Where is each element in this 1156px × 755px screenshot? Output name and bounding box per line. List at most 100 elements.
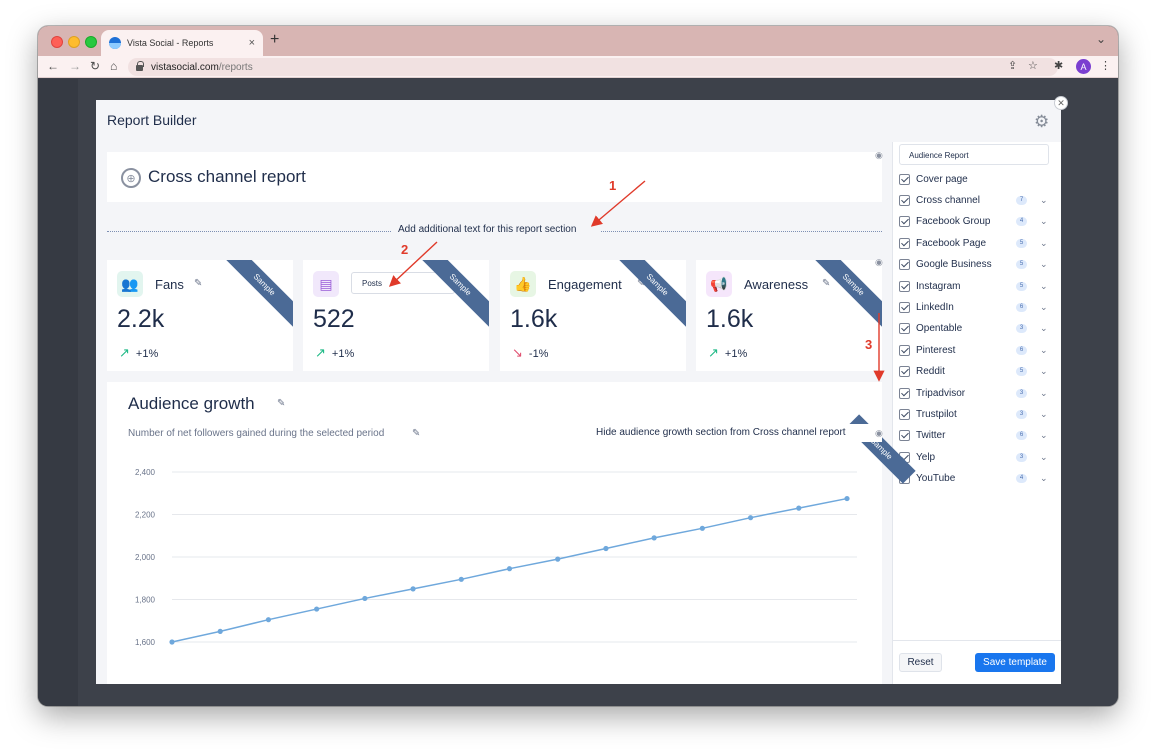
checkbox[interactable] (899, 430, 910, 442)
new-tab-icon[interactable]: + (270, 31, 279, 49)
checkbox[interactable] (899, 216, 910, 228)
report-header-card: ⊕ Cross channel report (107, 152, 882, 202)
panel-section-item[interactable]: YouTube 4 ⌄ (899, 471, 1054, 487)
profile-avatar[interactable]: A (1076, 59, 1091, 74)
metric-value: 1.6k (706, 305, 754, 333)
panel-section-item[interactable]: Cover page (899, 171, 1054, 187)
metric-change: ↘ -1% (512, 345, 549, 360)
maximize-window-button[interactable] (85, 36, 97, 48)
pencil-icon[interactable]: ✎ (277, 398, 285, 409)
pencil-icon[interactable]: ✎ (412, 428, 420, 439)
address-bar[interactable]: vistasocial.com/reports (128, 58, 1058, 76)
data-point[interactable] (217, 628, 223, 634)
data-point[interactable] (555, 556, 561, 562)
checkbox[interactable] (899, 194, 910, 206)
chevron-down-icon[interactable]: ⌄ (1040, 366, 1048, 377)
hide-section-tooltip: Hide audience growth section from Cross … (587, 424, 882, 442)
checkbox[interactable] (899, 259, 910, 271)
data-point[interactable] (265, 617, 272, 623)
panel-section-item[interactable]: Instagram 5 ⌄ (899, 278, 1054, 294)
checkbox[interactable] (899, 237, 910, 249)
eye-icon[interactable]: ◉ (875, 428, 883, 439)
data-point[interactable] (844, 495, 850, 502)
checkbox[interactable] (899, 301, 910, 313)
data-point[interactable] (699, 525, 705, 531)
checkbox[interactable] (899, 366, 910, 378)
gear-icon[interactable]: ⚙ (1034, 112, 1049, 132)
data-point[interactable] (410, 586, 416, 592)
close-window-button[interactable] (51, 36, 63, 48)
chevron-down-icon[interactable]: ⌄ (1040, 302, 1048, 313)
chevron-down-icon[interactable]: ⌄ (1040, 216, 1048, 227)
data-point[interactable] (314, 606, 320, 612)
extensions-puzzle-icon[interactable]: ✱ (1054, 59, 1063, 72)
data-point[interactable] (169, 639, 175, 645)
panel-section-item[interactable]: LinkedIn 6 ⌄ (899, 299, 1054, 315)
data-point[interactable] (603, 545, 609, 552)
data-point[interactable] (506, 566, 513, 572)
modal-close-icon[interactable]: ✕ (1054, 96, 1068, 110)
data-point[interactable] (651, 535, 657, 541)
checkbox[interactable] (899, 323, 910, 335)
reload-icon[interactable]: ↻ (90, 59, 100, 73)
minimize-window-button[interactable] (68, 36, 80, 48)
checkbox[interactable] (899, 173, 910, 185)
panel-section-item[interactable]: Yelp 3 ⌄ (899, 449, 1054, 465)
eye-icon[interactable]: ◉ (875, 257, 883, 268)
tab-list-chevron-icon[interactable]: ⌄ (1096, 32, 1106, 46)
home-icon[interactable]: ⌂ (110, 59, 117, 73)
browser-tab[interactable]: Vista Social - Reports × (101, 30, 263, 56)
panel-section-item[interactable]: Cross channel 7 ⌄ (899, 192, 1054, 208)
panel-section-item[interactable]: Opentable 3 ⌄ (899, 321, 1054, 337)
bookmark-star-icon[interactable]: ☆ (1028, 59, 1038, 72)
template-name-input[interactable]: Audience Report (899, 144, 1049, 165)
growth-subtitle[interactable]: Number of net followers gained during th… (128, 428, 384, 439)
annotation-number-1: 1 (609, 178, 617, 193)
pencil-icon[interactable]: ✎ (822, 278, 830, 289)
panel-section-item[interactable]: Tripadvisor 3 ⌄ (899, 385, 1054, 401)
panel-section-item[interactable]: Google Business 5 ⌄ (899, 257, 1054, 273)
chevron-down-icon[interactable]: ⌄ (1040, 473, 1048, 484)
panel-section-label: Opentable (916, 323, 963, 335)
panel-section-item[interactable]: Pinterest 6 ⌄ (899, 342, 1054, 358)
chevron-down-icon[interactable]: ⌄ (1040, 281, 1048, 292)
eye-icon[interactable]: ◉ (875, 150, 883, 161)
panel-section-item[interactable]: Facebook Page 5 ⌄ (899, 235, 1054, 251)
checkbox[interactable] (899, 280, 910, 292)
save-template-button[interactable]: Save template (975, 653, 1055, 672)
panel-section-item[interactable]: Trustpilot 3 ⌄ (899, 406, 1054, 422)
data-point[interactable] (796, 505, 802, 511)
chevron-down-icon[interactable]: ⌄ (1040, 259, 1048, 270)
sample-ribbon: Sample (218, 260, 293, 331)
checkbox[interactable] (899, 408, 910, 420)
data-point[interactable] (458, 576, 464, 582)
chevron-down-icon[interactable]: ⌄ (1040, 388, 1048, 399)
browser-menu-icon[interactable]: ⋮ (1100, 59, 1111, 72)
y-tick-label: 1,800 (135, 596, 156, 605)
thumbs-up-icon: 👍 (510, 271, 536, 297)
reset-button[interactable]: Reset (899, 653, 942, 672)
section-text[interactable]: Add additional text for this report sect… (398, 224, 576, 235)
chevron-down-icon[interactable]: ⌄ (1040, 238, 1048, 249)
forward-icon[interactable]: → (69, 59, 81, 73)
share-icon[interactable]: ⇪ (1008, 59, 1017, 72)
growth-title[interactable]: Audience growth (128, 394, 255, 414)
chevron-down-icon[interactable]: ⌄ (1040, 345, 1048, 356)
report-title[interactable]: Cross channel report (148, 167, 306, 187)
panel-section-item[interactable]: Twitter 6 ⌄ (899, 428, 1054, 444)
section-count-badge: 5 (1016, 367, 1027, 377)
panel-section-item[interactable]: Reddit 5 ⌄ (899, 364, 1054, 380)
back-icon[interactable]: ← (47, 59, 59, 73)
pencil-icon[interactable]: ✎ (194, 278, 202, 289)
chevron-down-icon[interactable]: ⌄ (1040, 195, 1048, 206)
chevron-down-icon[interactable]: ⌄ (1040, 430, 1048, 441)
chevron-down-icon[interactable]: ⌄ (1040, 452, 1048, 463)
panel-section-item[interactable]: Facebook Group 4 ⌄ (899, 214, 1054, 230)
data-point[interactable] (747, 515, 754, 521)
chevron-down-icon[interactable]: ⌄ (1040, 409, 1048, 420)
tab-close-icon[interactable]: × (249, 37, 255, 49)
checkbox[interactable] (899, 387, 910, 399)
data-point[interactable] (362, 595, 368, 602)
checkbox[interactable] (899, 344, 910, 356)
chevron-down-icon[interactable]: ⌄ (1040, 323, 1048, 334)
